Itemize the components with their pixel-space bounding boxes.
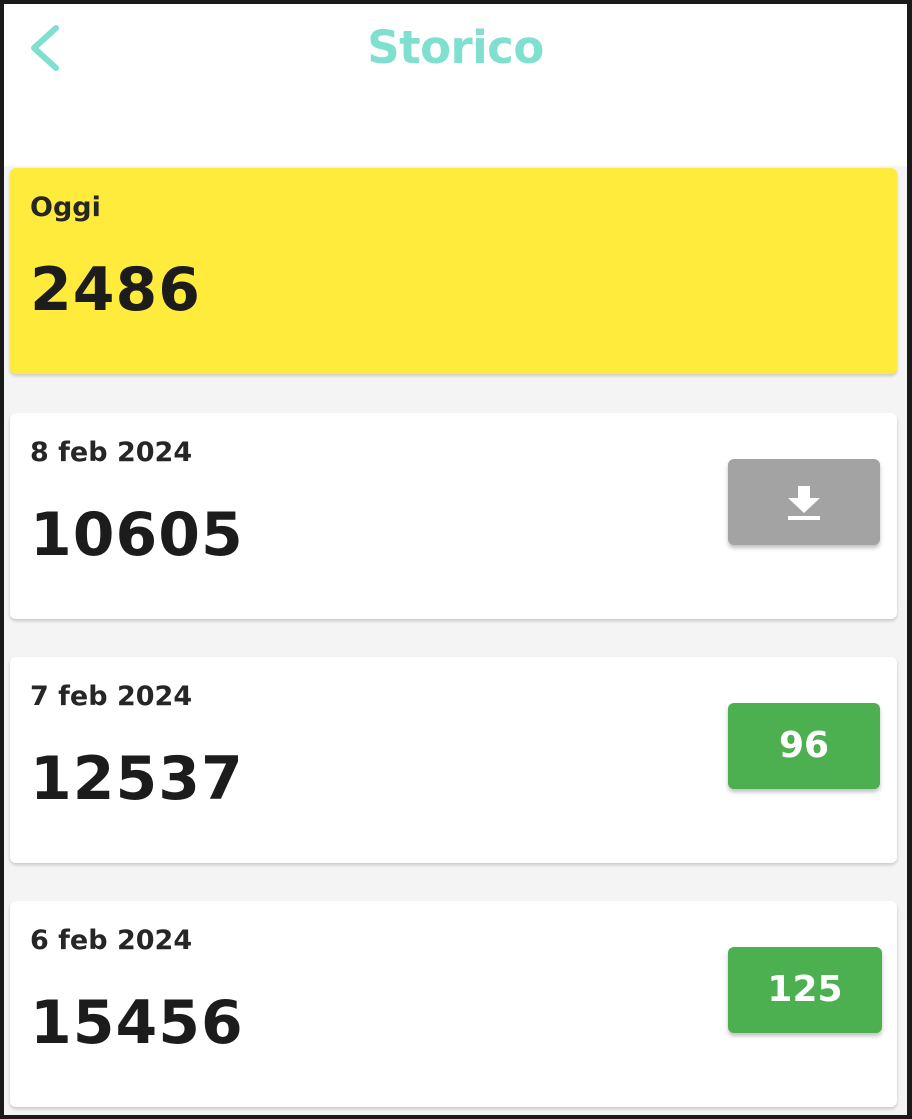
- history-date: 8 feb 2024: [30, 437, 193, 468]
- page-title: Storico: [367, 21, 544, 74]
- history-card[interactable]: 7 feb 2024 12537 96: [10, 657, 897, 863]
- header: Storico: [4, 4, 907, 96]
- history-date: 7 feb 2024: [30, 681, 193, 712]
- today-card[interactable]: Oggi 2486: [10, 168, 897, 374]
- history-value: 10605: [30, 500, 244, 570]
- score-badge-label: 125: [767, 969, 843, 1010]
- history-card[interactable]: 8 feb 2024 10605: [10, 413, 897, 619]
- history-value: 15456: [30, 988, 244, 1058]
- score-badge-button[interactable]: 96: [728, 703, 880, 789]
- history-date: 6 feb 2024: [30, 925, 193, 956]
- download-button[interactable]: [728, 459, 880, 545]
- history-value: 12537: [30, 744, 244, 814]
- download-icon: [788, 486, 820, 520]
- app-screen: Storico Oggi 2486 8 feb 2024 10605 7 feb…: [4, 4, 907, 1115]
- header-spacer: [4, 96, 907, 166]
- score-badge-label: 96: [778, 725, 830, 766]
- today-value: 2486: [30, 255, 201, 325]
- today-label: Oggi: [30, 192, 101, 223]
- history-card[interactable]: 6 feb 2024 15456 125: [10, 901, 897, 1107]
- score-badge-button[interactable]: 125: [728, 947, 882, 1033]
